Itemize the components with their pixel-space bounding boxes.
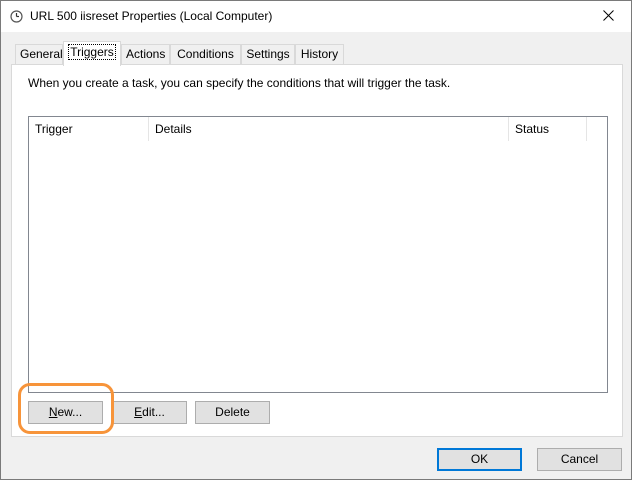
tab-conditions[interactable]: Conditions <box>170 44 241 64</box>
tab-history[interactable]: History <box>295 44 344 64</box>
task-properties-dialog: URL 500 iisreset Properties (Local Compu… <box>0 0 632 480</box>
column-header-trigger[interactable]: Trigger <box>29 117 149 141</box>
delete-trigger-button[interactable]: Delete <box>195 401 270 424</box>
cancel-button[interactable]: Cancel <box>537 448 622 471</box>
edit-trigger-button[interactable]: Edit... <box>112 401 187 424</box>
close-button[interactable] <box>586 1 631 32</box>
triggers-list[interactable]: Trigger Details Status <box>28 116 608 393</box>
triggers-tab-panel: When you create a task, you can specify … <box>11 64 623 437</box>
tab-general[interactable]: General <box>15 44 63 64</box>
new-trigger-button[interactable]: New... <box>28 401 103 424</box>
title-bar: URL 500 iisreset Properties (Local Compu… <box>1 1 631 32</box>
tab-triggers[interactable]: Triggers <box>63 41 121 66</box>
tab-settings[interactable]: Settings <box>241 44 295 64</box>
column-header-details[interactable]: Details <box>149 117 509 141</box>
clock-icon <box>10 10 23 23</box>
new-button-label: ew... <box>57 405 83 419</box>
edit-button-mnemonic: E <box>134 405 143 419</box>
window-title: URL 500 iisreset Properties (Local Compu… <box>30 9 273 23</box>
edit-button-label: dit... <box>142 405 165 419</box>
tab-actions[interactable]: Actions <box>121 44 170 64</box>
close-icon <box>603 9 614 24</box>
ok-button[interactable]: OK <box>437 448 522 471</box>
column-header-status[interactable]: Status <box>509 117 587 141</box>
triggers-instruction: When you create a task, you can specify … <box>28 76 451 90</box>
